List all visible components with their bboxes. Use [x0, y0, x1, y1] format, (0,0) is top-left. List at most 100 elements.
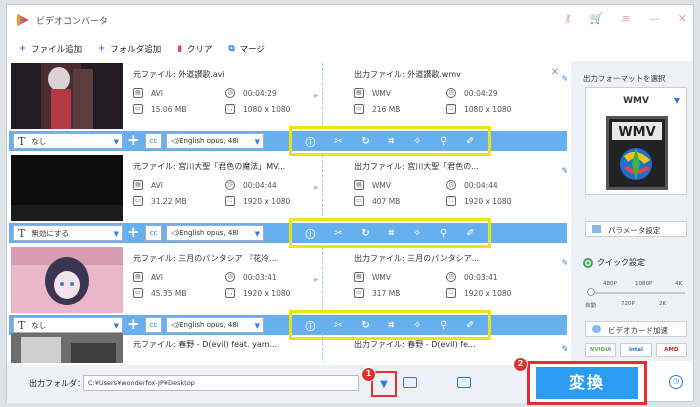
output-resolution: 1920 x 1080 — [464, 288, 512, 298]
list-item[interactable]: 元ファイル: 三月のパンタシア 『花冷... ▤ AVI ◷ 00:03:41 ▭ 4… — [9, 247, 567, 340]
chevron-down-icon: ▼ — [113, 322, 119, 330]
output-size: 216 MB — [372, 104, 401, 114]
chevron-down-icon: ▼ — [113, 230, 119, 238]
alarm-clock-icon[interactable]: ◷ — [669, 375, 683, 389]
minimize-icon[interactable]: — — [649, 13, 660, 24]
watermark-icon[interactable]: ⚲ — [440, 228, 447, 239]
crop-icon[interactable]: ⌗ — [389, 320, 395, 331]
remove-item-icon[interactable]: ✕ — [551, 67, 559, 78]
quality-720p-label: 720P — [621, 301, 635, 307]
quality-slider[interactable] — [589, 292, 685, 294]
add-file-button[interactable]: + ファイル追加 — [19, 43, 82, 55]
subtitle-select[interactable]: T 無効にする ▼ — [13, 225, 123, 241]
convert-button[interactable]: 変換 — [536, 367, 638, 399]
audio-track-select[interactable]: ◁) English opus, 48l ▼ — [166, 225, 264, 241]
effects-icon[interactable]: ✧ — [413, 228, 421, 239]
clock-icon: ◷ — [446, 272, 456, 282]
quality-slider-handle[interactable] — [587, 288, 595, 296]
source-filename: 元ファイル: 宮川大聖「君色の魔法」MV... — [133, 162, 286, 171]
open-output-folder-icon[interactable] — [457, 377, 471, 388]
subtitle-select[interactable]: T なし ▼ — [13, 133, 123, 149]
edit-pencil-icon[interactable]: ✎ — [561, 75, 567, 85]
resolution-icon: ⛶ — [225, 104, 235, 114]
info-icon[interactable]: ⓘ — [305, 226, 315, 241]
gpu-acceleration-button[interactable]: ビデオカード加速 — [585, 321, 687, 337]
key-icon[interactable]: ⚷ — [564, 13, 572, 24]
source-format: AVI — [151, 272, 163, 282]
quality-auto-label: 自動 — [585, 303, 597, 309]
crop-icon[interactable]: ⌗ — [389, 228, 395, 239]
quick-settings-icon — [583, 257, 593, 268]
subtitle-edit-icon[interactable]: ✐ — [466, 320, 474, 331]
filesize-icon: ▭ — [133, 288, 143, 298]
chevron-down-icon: ▼ — [380, 379, 388, 390]
merge-icon: ⧉ — [228, 44, 235, 54]
info-icon[interactable]: ⓘ — [305, 318, 315, 333]
chevron-down-icon: ▼ — [254, 138, 260, 146]
watermark-icon[interactable]: ⚲ — [440, 320, 447, 331]
list-item[interactable]: 元ファイル: 春野 - D(evil) feat. yam... 出力ファイル:… — [9, 333, 567, 363]
browse-folder-icon[interactable] — [403, 377, 417, 388]
bottom-bar: 出力フォルダ： C:¥Users¥wonderfox-JP¥Desktop ▼ … — [7, 365, 569, 403]
source-resolution: 1920 x 1080 — [243, 288, 291, 298]
audio-track-select[interactable]: ◁) English opus, 48l ▼ — [166, 133, 264, 149]
source-filename: 元ファイル: 春野 - D(evil) feat. yam... — [133, 340, 278, 349]
quality-480p-label: 480P — [603, 281, 617, 287]
resolution-icon: ⛶ — [225, 196, 235, 206]
subtitle-edit-icon[interactable]: ✐ — [466, 228, 474, 239]
rotate-icon[interactable]: ↻ — [361, 228, 369, 239]
cut-icon[interactable]: ✂ — [334, 228, 342, 239]
output-resolution: 1080 x 1080 — [464, 104, 512, 114]
app-window: ビデオコンバータ ⚷ 🛒 ≡ — ✕ + ファイル追加 + フォルダ追加 ▮ ク… — [6, 4, 694, 405]
clear-button[interactable]: ▮ クリア — [177, 43, 212, 55]
add-subtitle-button[interactable]: + — [127, 224, 140, 240]
video-thumbnail[interactable] — [11, 155, 123, 221]
output-filename: 出力ファイル: 三月のパンタシア... — [354, 254, 480, 263]
format-icon: ▤ — [354, 88, 364, 98]
add-subtitle-button[interactable]: + — [127, 132, 140, 148]
output-folder-path-field[interactable]: C:¥Users¥wonderfox-JP¥Desktop — [83, 375, 359, 391]
effects-icon[interactable]: ✧ — [413, 320, 421, 331]
speaker-icon: ◁) — [171, 321, 180, 329]
menu-icon[interactable]: ≡ — [622, 13, 631, 24]
subtitle-cc-button[interactable]: cc — [145, 225, 162, 241]
subtitle-cc-button[interactable]: cc — [145, 133, 162, 149]
crop-icon[interactable]: ⌗ — [389, 136, 395, 147]
rotate-icon[interactable]: ↻ — [361, 320, 369, 331]
subtitle-cc-button[interactable]: cc — [145, 317, 162, 333]
gpu-vendor-logos: NVIDIA intel AMD — [585, 343, 687, 357]
close-icon[interactable]: ✕ — [678, 13, 687, 24]
edit-pencil-icon[interactable]: ✎ — [561, 167, 567, 177]
list-item[interactable]: 元ファイル: 外道讃歌.avi ▤ AVI ◷ 00:04:29 ▭ 15.06 MB… — [9, 63, 567, 156]
output-filename: 出力ファイル: 春野 - D(evil) fe... — [354, 340, 476, 349]
cut-icon[interactable]: ✂ — [334, 136, 342, 147]
resolution-icon: ⛶ — [446, 288, 456, 298]
title-bar: ビデオコンバータ ⚷ 🛒 ≡ — ✕ — [7, 5, 693, 35]
resolution-icon: ⛶ — [446, 104, 456, 114]
list-item[interactable]: 元ファイル: 宮川大聖「君色の魔法」MV... ▤ AVI ◷ 00:04:44 ▭… — [9, 155, 567, 248]
cut-icon[interactable]: ✂ — [334, 320, 342, 331]
merge-button[interactable]: ⧉ マージ — [228, 43, 264, 55]
format-icon: ▤ — [133, 88, 143, 98]
video-thumbnail[interactable] — [11, 63, 123, 129]
effects-icon[interactable]: ✧ — [413, 136, 421, 147]
cart-icon[interactable]: 🛒 — [590, 13, 604, 24]
watermark-icon[interactable]: ⚲ — [440, 136, 447, 147]
quality-1080p-label: 1080P — [635, 281, 653, 287]
info-icon[interactable]: ⓘ — [305, 134, 315, 149]
rotate-icon[interactable]: ↻ — [361, 136, 369, 147]
edit-pencil-icon[interactable]: ✎ — [561, 345, 567, 355]
speaker-icon: ◁) — [171, 229, 180, 237]
subtitle-select[interactable]: T なし ▼ — [13, 317, 123, 333]
file-list: 元ファイル: 外道讃歌.avi ▤ AVI ◷ 00:04:29 ▭ 15.06 MB… — [9, 63, 567, 363]
video-thumbnail[interactable] — [11, 333, 123, 363]
output-duration: 00:03:41 — [464, 272, 498, 282]
add-folder-button[interactable]: + フォルダ追加 — [98, 43, 161, 55]
edit-pencil-icon[interactable]: ✎ — [561, 259, 567, 269]
video-thumbnail[interactable] — [11, 247, 123, 313]
parameter-settings-button[interactable]: パラメータ設定 — [585, 221, 687, 237]
subtitle-edit-icon[interactable]: ✐ — [466, 136, 474, 147]
output-format-selector[interactable]: WMV ▼ WMV — [585, 87, 687, 195]
add-subtitle-button[interactable]: + — [127, 316, 140, 332]
audio-track-select[interactable]: ◁) English opus, 48l ▼ — [166, 317, 264, 333]
